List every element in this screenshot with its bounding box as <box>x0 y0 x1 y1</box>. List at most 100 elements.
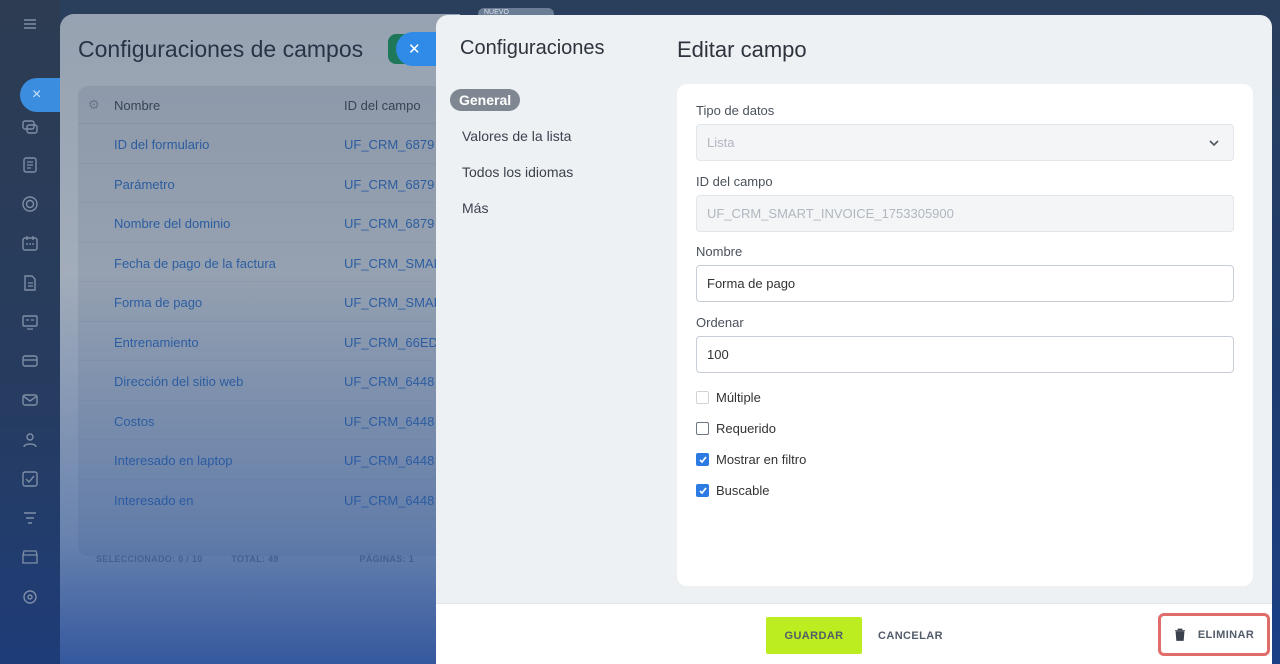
row-id: UF_CRM_SMAR <box>344 255 443 271</box>
document-icon[interactable] <box>20 273 40 293</box>
table-row[interactable]: Entrenamiento UF_CRM_66ED <box>78 322 460 361</box>
crm-icon[interactable] <box>20 194 40 214</box>
sites-icon[interactable] <box>20 312 40 332</box>
chevron-down-icon <box>1207 136 1221 150</box>
mail-icon[interactable] <box>20 390 40 410</box>
searchable-checkbox[interactable]: Buscable <box>696 483 769 498</box>
cancel-button[interactable]: CANCELAR <box>878 617 943 654</box>
row-id: UF_CRM_66ED <box>344 334 438 350</box>
multiple-label: Múltiple <box>716 390 761 405</box>
row-id: UF_CRM_6448 <box>344 492 435 508</box>
row-id: UF_CRM_6879 <box>344 176 435 192</box>
column-header-name[interactable]: Nombre <box>114 98 160 113</box>
row-id: UF_CRM_6448 <box>344 374 435 389</box>
data-type-label: Tipo de datos <box>696 103 775 118</box>
check-icon <box>698 455 707 463</box>
row-name[interactable]: Interesado en <box>114 493 194 508</box>
trash-icon <box>1174 628 1185 641</box>
row-id: UF_CRM_6448 <box>344 453 435 468</box>
field-id-label: ID del campo <box>696 174 773 189</box>
row-id: UF_CRM_6879 <box>344 137 435 152</box>
row-name[interactable]: Nombre del dominio <box>114 216 230 231</box>
table-row[interactable]: Forma de pago UF_CRM_SMAR <box>78 282 460 322</box>
row-name[interactable]: ID del formulario <box>114 137 209 152</box>
table-row[interactable]: Interesado en UF_CRM_6448 <box>78 480 460 519</box>
settings-title: Configuraciones <box>460 37 605 59</box>
checkbox-checked[interactable] <box>696 484 709 497</box>
delete-label[interactable]: ELIMINAR <box>1198 629 1254 641</box>
table-row[interactable]: Nombre del dominio UF_CRM_6879 <box>78 203 460 243</box>
show-in-filter-label[interactable]: Mostrar en filtro <box>716 452 806 467</box>
sort-value: 100 <box>707 347 729 362</box>
total-count: TOTAL: 49 <box>231 554 279 564</box>
page-title: Configuraciones de campos <box>78 36 364 62</box>
table-footer: SELECCIONADO: 0 / 10 TOTAL: 49 PÁGINAS: … <box>96 554 440 564</box>
app-sidebar: × <box>0 0 60 664</box>
field-id-input[interactable]: UF_CRM_SMART_INVOICE_1753305900 <box>696 195 1234 232</box>
background-page: Configuraciones de campos ⚙ Nombre ID de… <box>60 14 460 664</box>
checkbox-box <box>696 391 709 404</box>
row-name[interactable]: Parámetro <box>114 177 175 192</box>
name-value: Forma de pago <box>707 276 796 291</box>
row-name[interactable]: Dirección del sitio web <box>114 374 243 389</box>
checkbox-checked[interactable] <box>696 453 709 466</box>
billing-icon[interactable] <box>20 351 40 371</box>
required-label[interactable]: Requerido <box>716 421 776 436</box>
selected-count: SELECCIONADO: 0 / 10 <box>96 554 203 564</box>
data-type-select[interactable]: Lista <box>696 124 1234 161</box>
calendar-icon[interactable] <box>20 233 40 253</box>
table-header: ⚙ Nombre ID del campo <box>78 86 460 124</box>
nav-item-languages[interactable]: Todos los idiomas <box>450 161 585 183</box>
name-label: Nombre <box>696 244 743 259</box>
contacts-icon[interactable] <box>20 430 40 450</box>
save-button[interactable]: GUARDAR <box>766 617 862 654</box>
fields-table: ⚙ Nombre ID del campo ID del formulario U… <box>78 86 460 556</box>
row-id: UF_CRM_6879 <box>344 216 435 231</box>
show-in-filter-checkbox[interactable]: Mostrar en filtro <box>696 452 806 467</box>
tasks-icon[interactable] <box>20 469 40 489</box>
filter-icon[interactable] <box>20 508 40 528</box>
edit-field-title: Editar campo <box>677 37 807 62</box>
table-row[interactable]: Costos UF_CRM_6448 <box>78 401 460 440</box>
settings-nav: General Valores de la lista Todos los id… <box>450 89 670 233</box>
sort-input[interactable]: 100 <box>696 336 1234 373</box>
field-id-value: UF_CRM_SMART_INVOICE_1753305900 <box>707 206 954 221</box>
sort-label: Ordenar <box>696 315 744 330</box>
name-input[interactable]: Forma de pago <box>696 265 1234 302</box>
check-icon <box>698 486 707 494</box>
multiple-checkbox: Múltiple <box>696 390 761 405</box>
chat-icon[interactable] <box>20 117 40 137</box>
row-name[interactable]: Fecha de pago de la factura <box>114 256 276 271</box>
menu-icon[interactable] <box>20 14 40 34</box>
gear-icon[interactable]: ⚙ <box>88 97 100 113</box>
nav-item-list-values[interactable]: Valores de la lista <box>450 125 583 147</box>
searchable-label[interactable]: Buscable <box>716 483 769 498</box>
row-name[interactable]: Entrenamiento <box>114 335 199 350</box>
data-type-value: Lista <box>707 135 735 150</box>
table-row[interactable]: Parámetro UF_CRM_6879 <box>78 164 460 203</box>
table-row[interactable]: Dirección del sitio web UF_CRM_6448 <box>78 361 460 401</box>
column-header-id[interactable]: ID del campo <box>344 98 421 113</box>
required-checkbox[interactable]: Requerido <box>696 421 776 436</box>
panel-footer: GUARDAR CANCELAR ELIMINAR <box>436 603 1272 664</box>
close-slider-button[interactable]: ✕ <box>396 32 436 66</box>
field-form: Tipo de datos Lista ID del campo UF_CRM_… <box>677 84 1253 586</box>
row-name[interactable]: Forma de pago <box>114 295 202 310</box>
checkbox-box[interactable] <box>696 422 709 435</box>
row-name[interactable]: Interesado en laptop <box>114 453 233 468</box>
nav-item-general[interactable]: General <box>450 89 521 111</box>
store-icon[interactable] <box>20 547 40 567</box>
row-name[interactable]: Costos <box>114 414 154 429</box>
feed-icon[interactable] <box>20 155 40 175</box>
settings-icon[interactable] <box>20 587 40 607</box>
pages-count: PÁGINAS: 1 <box>359 554 415 564</box>
nav-item-more[interactable]: Más <box>450 197 500 219</box>
close-panel-icon[interactable]: × <box>20 78 60 112</box>
table-row[interactable]: ID del formulario UF_CRM_6879 <box>78 124 460 164</box>
table-row[interactable]: Interesado en laptop UF_CRM_6448 <box>78 440 460 480</box>
edit-field-panel: Configuraciones General Valores de la li… <box>436 15 1272 664</box>
delete-button[interactable]: ELIMINAR <box>1158 613 1270 656</box>
row-id: UF_CRM_SMAR <box>344 295 443 310</box>
row-id: UF_CRM_6448 <box>344 413 435 429</box>
table-row[interactable]: Fecha de pago de la factura UF_CRM_SMAR <box>78 243 460 282</box>
